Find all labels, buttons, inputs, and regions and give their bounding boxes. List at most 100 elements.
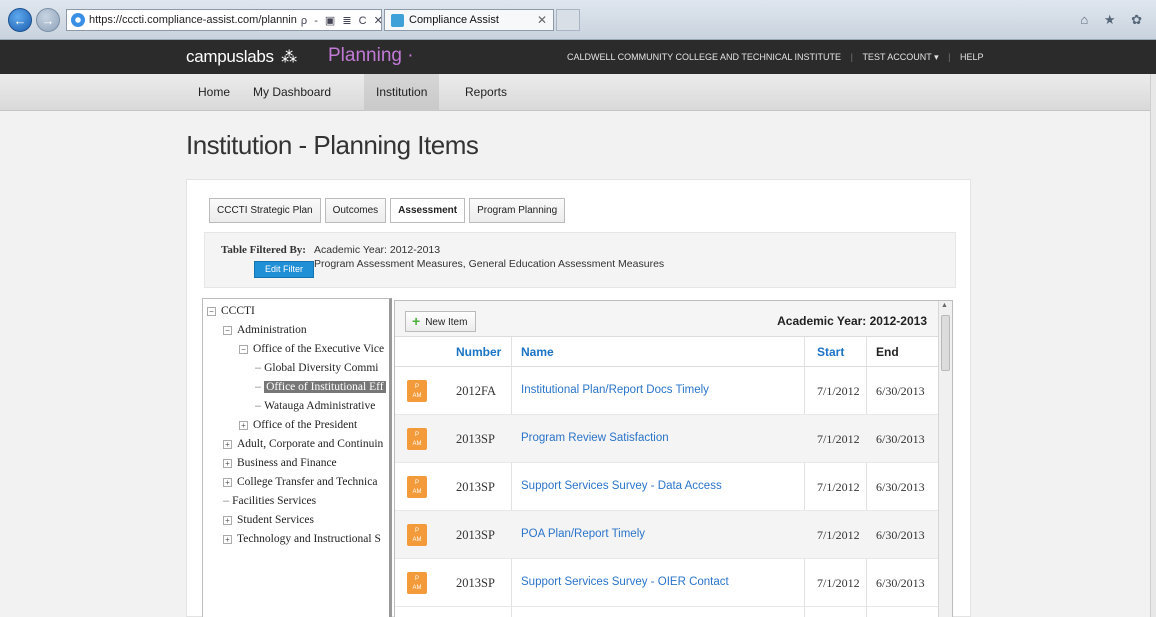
tree-node-label: College Transfer and Technica: [237, 476, 378, 488]
tab-program-planning[interactable]: Program Planning: [469, 198, 566, 223]
tree-line-icon: –: [223, 495, 230, 507]
tree-node-label: Administration: [237, 324, 307, 336]
expand-icon[interactable]: +: [223, 534, 232, 544]
tree-node[interactable]: – Facilities Services: [223, 492, 316, 510]
expand-icon[interactable]: +: [223, 477, 232, 487]
tree-node[interactable]: + College Transfer and Technica: [223, 473, 377, 491]
new-tab-button[interactable]: [556, 9, 580, 31]
table-scrollbar[interactable]: ▲: [938, 301, 952, 617]
expand-icon[interactable]: +: [223, 515, 232, 525]
expand-icon[interactable]: +: [223, 439, 232, 449]
tree-node[interactable]: − CCCTI: [207, 302, 255, 320]
tree-node[interactable]: + Technology and Instructional S: [223, 530, 381, 548]
tab-close-icon[interactable]: ✕: [537, 13, 547, 27]
divider: |: [948, 52, 951, 62]
column-header-number[interactable]: Number: [456, 345, 501, 359]
window-scrollbar[interactable]: [1150, 74, 1156, 617]
tree-node[interactable]: + Business and Finance: [223, 454, 337, 472]
item-start: 7/1/2012: [817, 576, 860, 590]
table-row[interactable]: P AM 2012FA Institutional Plan/Report Doc…: [395, 367, 939, 415]
plan-assessment-badge-icon[interactable]: P AM: [407, 428, 427, 450]
collapse-icon[interactable]: −: [223, 325, 232, 335]
tab-outcomes[interactable]: Outcomes: [324, 198, 387, 223]
back-arrow-icon[interactable]: ←: [8, 8, 32, 32]
nav-institution[interactable]: Institution: [364, 74, 440, 111]
table-row[interactable]: P AM 2013SP Support Services Survey - OIE…: [395, 559, 939, 607]
plan-assessment-badge-icon[interactable]: P AM: [407, 380, 427, 402]
badge-line: AM: [412, 393, 422, 399]
plan-assessment-badge-icon[interactable]: P AM: [407, 476, 427, 498]
browser-tab[interactable]: Compliance Assist ✕: [384, 9, 554, 31]
tree-node-selected[interactable]: – Office of Institutional Eff: [255, 378, 386, 396]
plan-assessment-badge-icon[interactable]: P AM: [407, 524, 427, 546]
table-row[interactable]: P AM 2013SP Support Services Survey - Dat…: [395, 463, 939, 511]
item-start: 7/1/2012: [817, 528, 860, 542]
tree-node-label: Global Diversity Commi: [264, 362, 379, 374]
nav-reports[interactable]: Reports: [453, 74, 519, 111]
header-links: CALDWELL COMMUNITY COLLEGE AND TECHNICAL…: [567, 52, 984, 63]
browser-chrome: ← → https://cccti.compliance-assist.com/…: [0, 0, 1156, 40]
item-name-link[interactable]: Support Services Survey - Data Access: [521, 480, 722, 492]
item-start: 7/1/2012: [817, 432, 860, 446]
tree-node[interactable]: + Student Services: [223, 511, 314, 529]
tab-strategic-plan[interactable]: CCCTI Strategic Plan: [209, 198, 321, 223]
tree-node[interactable]: – Global Diversity Commi: [255, 359, 378, 377]
expand-icon[interactable]: +: [239, 420, 248, 430]
tree-node-label: Office of the Executive Vice: [253, 343, 385, 355]
scroll-up-icon[interactable]: ▲: [941, 302, 948, 309]
item-end: 6/30/2013: [876, 480, 925, 494]
collapse-icon[interactable]: −: [239, 344, 248, 354]
badge-line: P: [414, 384, 419, 390]
nav-my-dashboard[interactable]: My Dashboard: [241, 74, 343, 111]
tree-node[interactable]: – Watauga Administrative: [255, 397, 375, 415]
column-header-name[interactable]: Name: [521, 345, 554, 359]
new-item-button[interactable]: + New Item: [405, 311, 477, 332]
badge-line: P: [414, 432, 419, 438]
item-name-link[interactable]: Institutional Plan/Report Docs Timely: [521, 384, 709, 396]
scroll-thumb[interactable]: [941, 315, 950, 371]
item-name-link[interactable]: Support Services Survey - OIER Contact: [521, 576, 729, 588]
tree-line-icon: –: [255, 362, 262, 374]
address-bar[interactable]: https://cccti.compliance-assist.com/plan…: [66, 9, 382, 31]
ie-icon: [71, 13, 85, 27]
planning-menu[interactable]: Planning ·: [328, 45, 414, 67]
tree-node[interactable]: + Adult, Corporate and Continuin: [223, 435, 383, 453]
forward-arrow-icon[interactable]: →: [36, 8, 60, 32]
table-header: Number Name Start End: [395, 337, 939, 367]
main-nav: Home My Dashboard Institution Reports: [0, 74, 1156, 111]
item-number: 2013SP: [456, 576, 495, 590]
account-menu[interactable]: TEST ACCOUNT ▾: [862, 52, 938, 63]
badge-line: AM: [412, 441, 422, 447]
tree-node[interactable]: − Administration: [223, 321, 307, 339]
tree-node-label: Technology and Instructional S: [237, 533, 381, 545]
planning-card: CCCTI Strategic Plan Outcomes Assessment…: [186, 179, 971, 617]
page-title: Institution - Planning Items: [186, 130, 479, 160]
plus-icon: +: [412, 313, 421, 329]
item-start: 7/1/2012: [817, 384, 860, 398]
table-row[interactable]: P AM 2013SP Program Review Satisfaction 7…: [395, 415, 939, 463]
item-name-link[interactable]: POA Plan/Report Timely: [521, 528, 645, 540]
item-number: 2013SP: [456, 528, 495, 542]
tree-node-label: CCCTI: [221, 305, 255, 317]
table-toolbar: + New Item Academic Year: 2012-2013: [395, 301, 939, 337]
tab-assessment[interactable]: Assessment: [390, 198, 466, 223]
institution-name: CALDWELL COMMUNITY COLLEGE AND TECHNICAL…: [567, 52, 842, 62]
divider: |: [850, 52, 853, 62]
academic-year-label: Academic Year: 2012-2013: [777, 314, 927, 328]
edit-filter-button[interactable]: Edit Filter: [254, 261, 314, 278]
tree-node[interactable]: − Office of the Executive Vice: [239, 340, 384, 358]
tree-node[interactable]: + Office of the President: [239, 416, 357, 434]
table-row[interactable]: P AM 2013SP POA Plan/Report Timely 7/1/20…: [395, 511, 939, 559]
collapse-icon[interactable]: −: [207, 306, 216, 316]
expand-icon[interactable]: +: [223, 458, 232, 468]
browser-toolbar-icons[interactable]: ⌂ ★ ✿: [1080, 12, 1148, 28]
item-name-link[interactable]: Program Review Satisfaction: [521, 432, 669, 444]
column-header-start[interactable]: Start: [817, 345, 844, 359]
filter-summary: Table Filtered By: Academic Year: 2012-2…: [204, 232, 956, 288]
plan-assessment-badge-icon[interactable]: P AM: [407, 572, 427, 594]
address-tools-icons[interactable]: ρ - ▣ ≣ C ✕: [297, 14, 381, 27]
brand-logo[interactable]: campuslabs ⁂: [186, 47, 297, 67]
help-link[interactable]: HELP: [960, 52, 984, 62]
column-header-end: End: [876, 345, 899, 359]
nav-home[interactable]: Home: [186, 74, 242, 111]
